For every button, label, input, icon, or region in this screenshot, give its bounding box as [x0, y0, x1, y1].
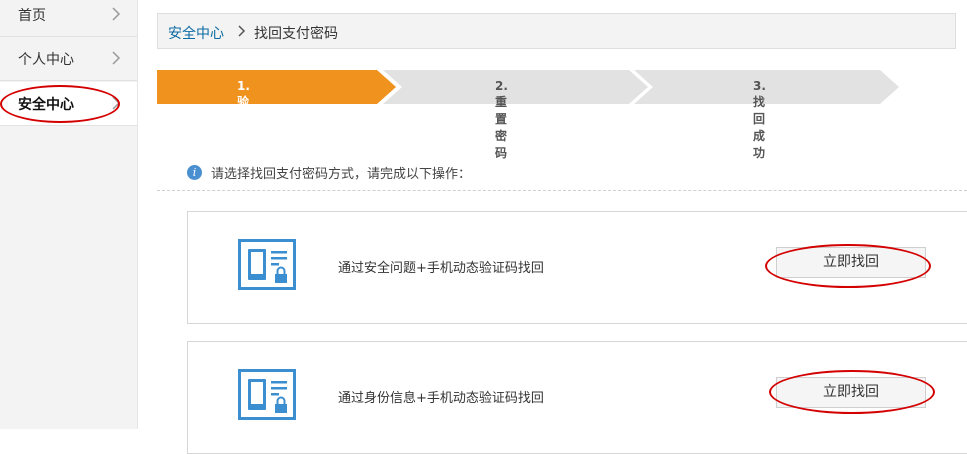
breadcrumb-current: 找回支付密码 [254, 26, 338, 42]
recover-now-button[interactable]: 立即找回 [776, 247, 926, 278]
step-3-label: 3.找回成功 [753, 79, 766, 160]
sidebar-item-security-center[interactable]: 安全中心 [0, 82, 137, 126]
step-2-label: 2.重置密码 [495, 79, 508, 160]
chevron-right-icon [112, 51, 121, 65]
sidebar-item-label: 个人中心 [18, 52, 74, 68]
divider [157, 190, 967, 191]
breadcrumb-link-security-center[interactable]: 安全中心 [168, 23, 224, 43]
info-icon: i [187, 165, 202, 180]
chevron-right-icon [112, 7, 121, 21]
step-3-arrow [634, 70, 899, 104]
chevron-right-icon [238, 25, 246, 37]
sidebar-item-label: 安全中心 [18, 97, 74, 113]
step-1-label: 1.验证身份 [237, 79, 250, 160]
sidebar-item-label: 首页 [18, 8, 46, 24]
sidebar-item-home[interactable]: 首页 [0, 0, 137, 37]
recovery-option-identity-info: 通过身份信息+手机动态验证码找回 立即找回 [187, 341, 967, 454]
sidebar-item-personal-center[interactable]: 个人中心 [0, 37, 137, 81]
step-1-arrow [157, 70, 396, 104]
chevron-right-icon [112, 96, 121, 110]
step-arrows [157, 70, 899, 104]
recover-now-button[interactable]: 立即找回 [776, 377, 926, 408]
option-description: 通过安全问题+手机动态验证码找回 [338, 261, 544, 276]
phone-lock-icon [238, 369, 296, 420]
option-description: 通过身份信息+手机动态验证码找回 [338, 391, 544, 406]
recovery-option-security-question: 通过安全问题+手机动态验证码找回 立即找回 [187, 211, 967, 324]
breadcrumb: 安全中心 找回支付密码 [157, 13, 956, 49]
instruction-text: 请选择找回支付密码方式，请完成以下操作： [211, 167, 472, 182]
phone-lock-icon [238, 239, 296, 290]
sidebar: 首页 个人中心 安全中心 [0, 0, 138, 429]
step-2-arrow [383, 70, 648, 104]
